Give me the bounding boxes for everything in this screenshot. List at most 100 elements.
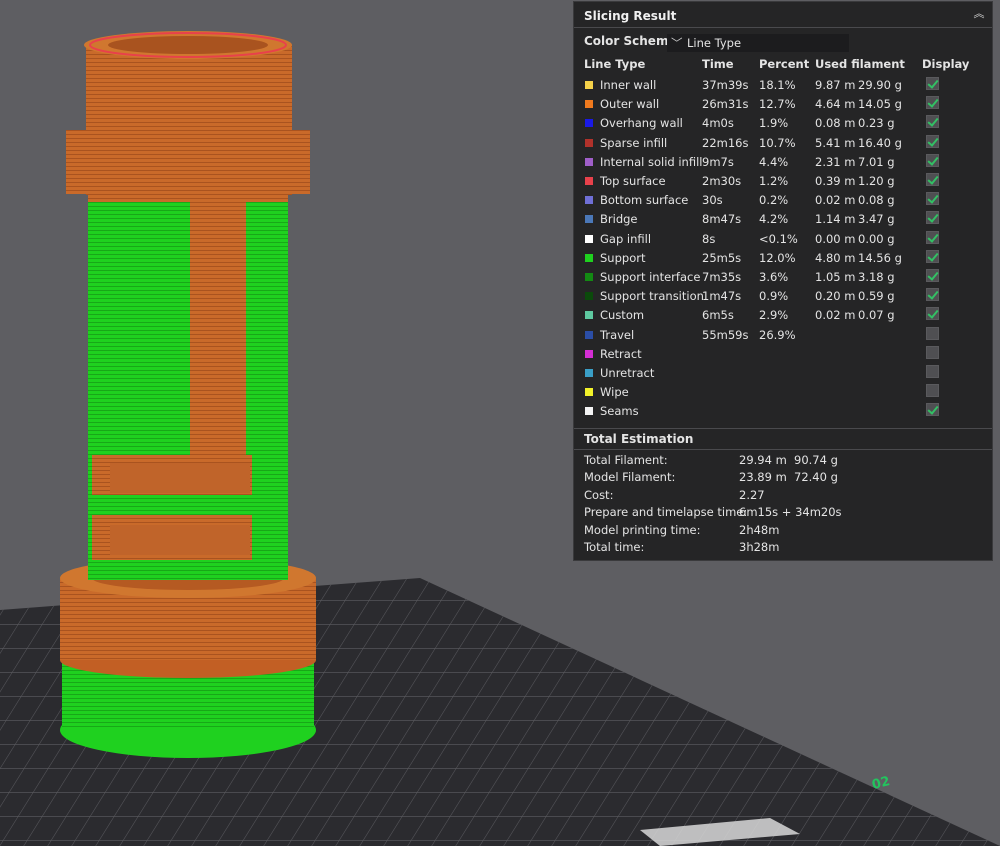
line-type-percent: 4.2% <box>759 212 789 227</box>
divider <box>574 428 992 429</box>
line-type-weight: 0.00 g <box>858 231 895 246</box>
display-checkbox[interactable] <box>926 345 939 359</box>
total-label: Prepare and timelapse time: <box>584 505 748 520</box>
header-line-type: Line Type <box>584 57 646 71</box>
line-type-row: Internal solid infill 9m7s 4.4% 2.31 m 7.01 … <box>574 153 992 172</box>
display-checkbox[interactable] <box>926 134 939 148</box>
total-label: Model printing time: <box>584 522 701 537</box>
line-type-name: Overhang wall <box>600 116 683 131</box>
line-type-row: Inner wall 37m39s 18.1% 9.87 m 29.90 g <box>574 76 992 95</box>
display-checkbox[interactable] <box>926 115 939 129</box>
line-type-percent: 0.2% <box>759 193 789 208</box>
line-type-length: 0.00 m <box>815 231 856 246</box>
line-type-length: 2.31 m <box>815 154 856 169</box>
color-swatch <box>585 157 593 166</box>
color-swatch <box>585 369 593 377</box>
display-checkbox[interactable] <box>926 288 939 302</box>
display-checkbox[interactable] <box>926 192 939 206</box>
total-row: Prepare and timelapse time: 6m15s + 34m20… <box>584 505 984 522</box>
total-label: Total Filament: <box>584 453 668 467</box>
line-type-weight: 29.90 g <box>858 78 902 92</box>
color-swatch <box>585 349 593 358</box>
display-checkbox[interactable] <box>926 403 939 417</box>
line-type-name: Gap infill <box>600 231 652 246</box>
display-checkbox[interactable] <box>926 307 939 321</box>
line-type-percent: 2.9% <box>759 308 789 323</box>
line-type-length: 1.05 m <box>815 270 856 284</box>
line-type-percent: 0.9% <box>759 289 789 304</box>
display-checkbox[interactable] <box>926 326 939 340</box>
line-type-time: 26m31s <box>702 97 749 112</box>
line-type-time: 4m0s <box>702 116 734 131</box>
total-label: Cost: <box>584 487 614 502</box>
total-row: Model printing time: 2h48m <box>584 523 984 540</box>
line-type-time: 1m47s <box>702 289 742 304</box>
line-type-weight: 3.47 g <box>858 212 895 227</box>
line-type-weight: 1.20 g <box>858 174 895 188</box>
line-type-length: 0.02 m <box>815 308 856 323</box>
color-swatch <box>585 273 593 281</box>
line-type-percent: 4.4% <box>759 154 789 169</box>
collapse-icon[interactable]: ︽ <box>972 7 986 21</box>
total-label: Model Filament: <box>584 470 676 485</box>
header-display: Display <box>922 57 970 71</box>
total-value: 2.27 <box>739 487 765 502</box>
total-row: Total time: 3h28m <box>584 540 984 557</box>
color-swatch <box>585 81 593 89</box>
line-type-name: Seams <box>600 404 639 419</box>
line-type-percent: 18.1% <box>759 78 796 92</box>
line-type-time: 8m47s <box>702 212 742 227</box>
line-type-row: Gap infill 8s <0.1% 0.00 m 0.00 g <box>574 230 992 249</box>
line-type-weight: 0.08 g <box>858 193 895 208</box>
display-checkbox[interactable] <box>926 211 939 225</box>
line-type-length: 0.20 m <box>815 289 856 304</box>
color-scheme-value: Line Type <box>687 36 742 50</box>
line-type-length: 0.08 m <box>815 116 856 131</box>
color-scheme-select[interactable]: ﹀ Line Type <box>667 34 849 52</box>
total-value: 3h28m <box>739 540 780 554</box>
total-value: 23.89 m <box>739 470 787 485</box>
line-type-row: Bottom surface 30s 0.2% 0.02 m 0.08 g <box>574 191 992 210</box>
line-type-weight: 3.18 g <box>858 270 895 284</box>
color-swatch <box>585 253 593 262</box>
color-swatch <box>585 177 593 185</box>
line-type-row: Travel 55m59s 26.9% <box>574 326 992 345</box>
display-checkbox[interactable] <box>926 77 939 90</box>
line-type-time: 9m7s <box>702 154 734 169</box>
divider <box>574 449 992 450</box>
line-type-name: Bottom surface <box>600 193 689 208</box>
display-checkbox[interactable] <box>926 249 939 263</box>
display-checkbox[interactable] <box>926 96 939 110</box>
line-type-percent: 1.9% <box>759 116 789 131</box>
display-checkbox[interactable] <box>926 153 939 167</box>
line-type-percent: 12.7% <box>759 97 796 112</box>
line-type-time: 37m39s <box>702 78 749 92</box>
display-checkbox[interactable] <box>926 173 939 186</box>
display-checkbox[interactable] <box>926 269 939 282</box>
color-swatch <box>585 388 593 397</box>
line-type-percent: 12.0% <box>759 250 796 265</box>
color-swatch <box>585 100 593 109</box>
line-type-length: 1.14 m <box>815 212 856 227</box>
color-swatch <box>585 330 593 339</box>
header-percent: Percent <box>759 57 810 71</box>
line-type-percent: <0.1% <box>759 231 798 246</box>
line-type-name: Custom <box>600 308 645 323</box>
line-type-percent: 1.2% <box>759 174 789 188</box>
line-type-weight: 16.40 g <box>858 135 902 150</box>
line-type-weight: 7.01 g <box>858 154 895 169</box>
line-type-time: 30s <box>702 193 723 208</box>
chevron-down-icon: ﹀ <box>671 36 683 50</box>
line-type-name: Unretract <box>600 366 655 380</box>
line-type-row: Outer wall 26m31s 12.7% 4.64 m 14.05 g <box>574 95 992 114</box>
line-type-weight: 0.59 g <box>858 289 895 304</box>
display-checkbox[interactable] <box>926 365 939 378</box>
color-swatch <box>585 215 593 224</box>
display-checkbox[interactable] <box>926 384 939 398</box>
line-type-time: 55m59s <box>702 327 749 342</box>
line-type-length: 5.41 m <box>815 135 856 150</box>
display-checkbox[interactable] <box>926 230 939 244</box>
panel-title: Slicing Result <box>584 9 677 23</box>
line-type-name: Retract <box>600 346 642 361</box>
color-swatch <box>585 292 593 301</box>
